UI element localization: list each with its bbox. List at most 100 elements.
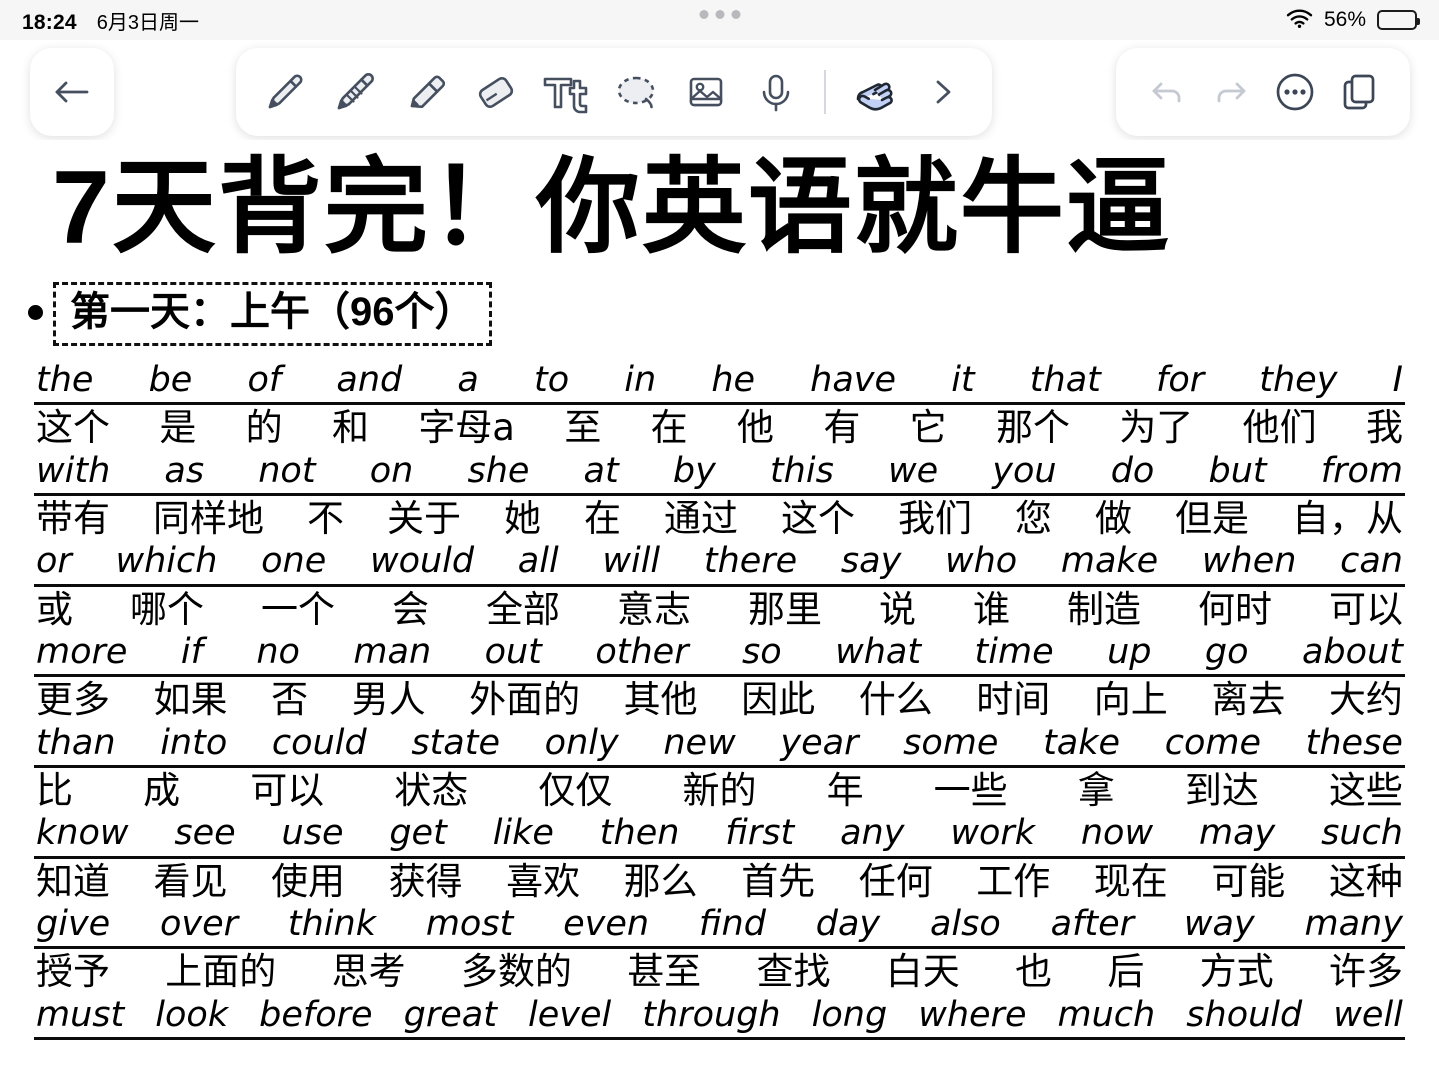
vocab-word-en: would	[369, 541, 475, 582]
note-canvas[interactable]: 7天背完！你英语就牛逼 第一天：上午（96个） the be of and a to in h…	[0, 140, 1439, 1079]
vocab-word-cn: 字母a	[418, 406, 515, 450]
vocab-row-chinese: 知道 看见 使用 获得 喜欢 那么 首先 任何 工作 现在 可能 这种	[34, 859, 1405, 904]
vocab-row: with as not on she at by this we you do but from 带有 同样…	[34, 451, 1405, 542]
handle-dot	[699, 10, 708, 19]
pages-button[interactable]	[1330, 63, 1388, 121]
status-time: 18:24	[22, 10, 77, 34]
image-tool[interactable]	[677, 63, 735, 121]
vocab-word-en: we	[887, 450, 939, 491]
vocab-word-cn: 使用	[271, 859, 346, 903]
vocab-word-cn: 更多	[36, 678, 110, 722]
vocab-word-cn: 或	[36, 587, 73, 631]
redo-button[interactable]	[1202, 63, 1260, 121]
vocab-word-en: at	[583, 450, 619, 491]
vocab-row-english: know see use get like then first any work now may s…	[34, 813, 1405, 859]
vocab-word-en: from	[1320, 450, 1403, 491]
subtitle-selection-box[interactable]: 第一天：上午（96个）	[53, 282, 492, 346]
vocab-word-en: about	[1301, 632, 1403, 673]
vocab-word-en: they	[1259, 360, 1338, 400]
more-button[interactable]	[1266, 63, 1324, 121]
vocab-word-en: you	[992, 450, 1057, 491]
vocab-row: must look before great level through long where…	[34, 994, 1405, 1041]
vocab-word-en: think	[287, 904, 376, 945]
vocab-word-cn: 同样地	[153, 496, 264, 540]
vocab-word-cn: 哪个	[130, 587, 204, 631]
vocab-word-cn: 思考	[331, 950, 406, 994]
vocab-word-en: should	[1186, 994, 1303, 1035]
vocab-word-cn: 多数的	[460, 950, 572, 994]
vocab-word-cn: 一些	[933, 769, 1008, 813]
vocab-word-en: say	[840, 541, 902, 582]
pen-icon	[268, 74, 303, 109]
vocab-word-cn: 许多	[1328, 950, 1403, 994]
pen-tool[interactable]	[256, 63, 314, 121]
vocab-word-en: some	[903, 722, 999, 763]
vocab-word-cn: 不	[307, 496, 344, 540]
vocab-word-cn: 和	[331, 406, 369, 450]
vocab-word-en: new	[663, 722, 736, 763]
vocab-word-cn: 获得	[388, 859, 463, 903]
vocab-word-en: such	[1321, 813, 1403, 854]
vocab-word-en: level	[528, 994, 612, 1035]
image-icon	[689, 77, 723, 107]
redo-icon	[1217, 82, 1246, 103]
vocab-row-english: more if no man out other so what time up go about	[34, 632, 1405, 678]
vocab-word-en: he	[711, 360, 756, 400]
vocab-word-cn: 如果	[153, 678, 228, 722]
text-tt-icon	[543, 77, 588, 114]
vocab-word-en: great	[403, 994, 497, 1035]
highlighter-tool[interactable]	[396, 63, 454, 121]
vocab-word-en: out	[484, 632, 542, 673]
vocab-word-cn: 在	[650, 406, 688, 450]
vocab-word-cn: 新的	[682, 769, 757, 813]
vocab-word-en: where	[918, 994, 1027, 1035]
vocab-word-en: most	[425, 904, 514, 945]
vocab-word-en: a	[457, 360, 479, 400]
status-bar: 18:24 6月3日周一 56%	[0, 0, 1439, 40]
vocab-word-cn: 一个	[261, 587, 335, 631]
vocab-row-english: than into could state only new year some take com…	[34, 722, 1405, 769]
eraser-tool[interactable]	[467, 63, 525, 121]
vocab-word-en: there	[703, 541, 798, 582]
audio-tool[interactable]	[747, 63, 805, 121]
vocab-word-cn: 上面的	[165, 950, 277, 994]
vocab-word-en: make	[1060, 541, 1159, 582]
vocab-word-cn: 您	[1015, 496, 1052, 540]
back-button[interactable]	[43, 63, 101, 121]
vocab-word-cn: 可以	[250, 769, 325, 813]
vocab-word-en: find	[698, 904, 766, 945]
vocab-word-en: also	[929, 904, 1001, 945]
lasso-tool[interactable]	[607, 63, 665, 121]
vocab-word-en: who	[944, 541, 1018, 582]
pencil-tool[interactable]	[326, 63, 384, 121]
vocab-word-cn: 方式	[1199, 950, 1274, 994]
vocab-word-en: long	[811, 994, 888, 1035]
vocab-word-cn: 比	[36, 769, 73, 813]
vocab-word-en: have	[810, 360, 897, 400]
battery-icon	[1377, 10, 1420, 30]
vocab-word-cn: 年	[826, 769, 864, 813]
vocab-word-en: any	[840, 813, 905, 854]
vocab-word-en: can	[1340, 541, 1403, 582]
vocab-word-en: she	[467, 450, 530, 491]
vocab-word-cn: 至	[564, 406, 602, 450]
vocab-word-cn: 授予	[36, 950, 110, 994]
hand-icon	[856, 82, 893, 111]
expand-tools-button[interactable]	[914, 63, 972, 121]
vocab-word-cn: 说	[879, 587, 916, 631]
eraser-icon	[478, 76, 513, 109]
vocab-word-en: take	[1043, 722, 1121, 763]
vocab-word-cn: 这些	[1328, 769, 1403, 813]
undo-button[interactable]	[1138, 63, 1196, 121]
window-drag-handle[interactable]	[699, 10, 740, 19]
status-bar-left: 18:24 6月3日周一	[22, 6, 199, 35]
vocab-word-en: which	[115, 541, 218, 582]
vocab-word-cn: 可以	[1329, 587, 1403, 631]
vocab-word-cn: 工作	[976, 859, 1051, 903]
hand-tool[interactable]	[844, 63, 902, 121]
vocab-word-en: may	[1198, 813, 1276, 854]
vocab-word-en: into	[160, 722, 228, 763]
vocab-word-cn: 做	[1095, 496, 1132, 540]
text-tool[interactable]	[537, 63, 595, 121]
vocab-word-en: up	[1107, 632, 1152, 673]
